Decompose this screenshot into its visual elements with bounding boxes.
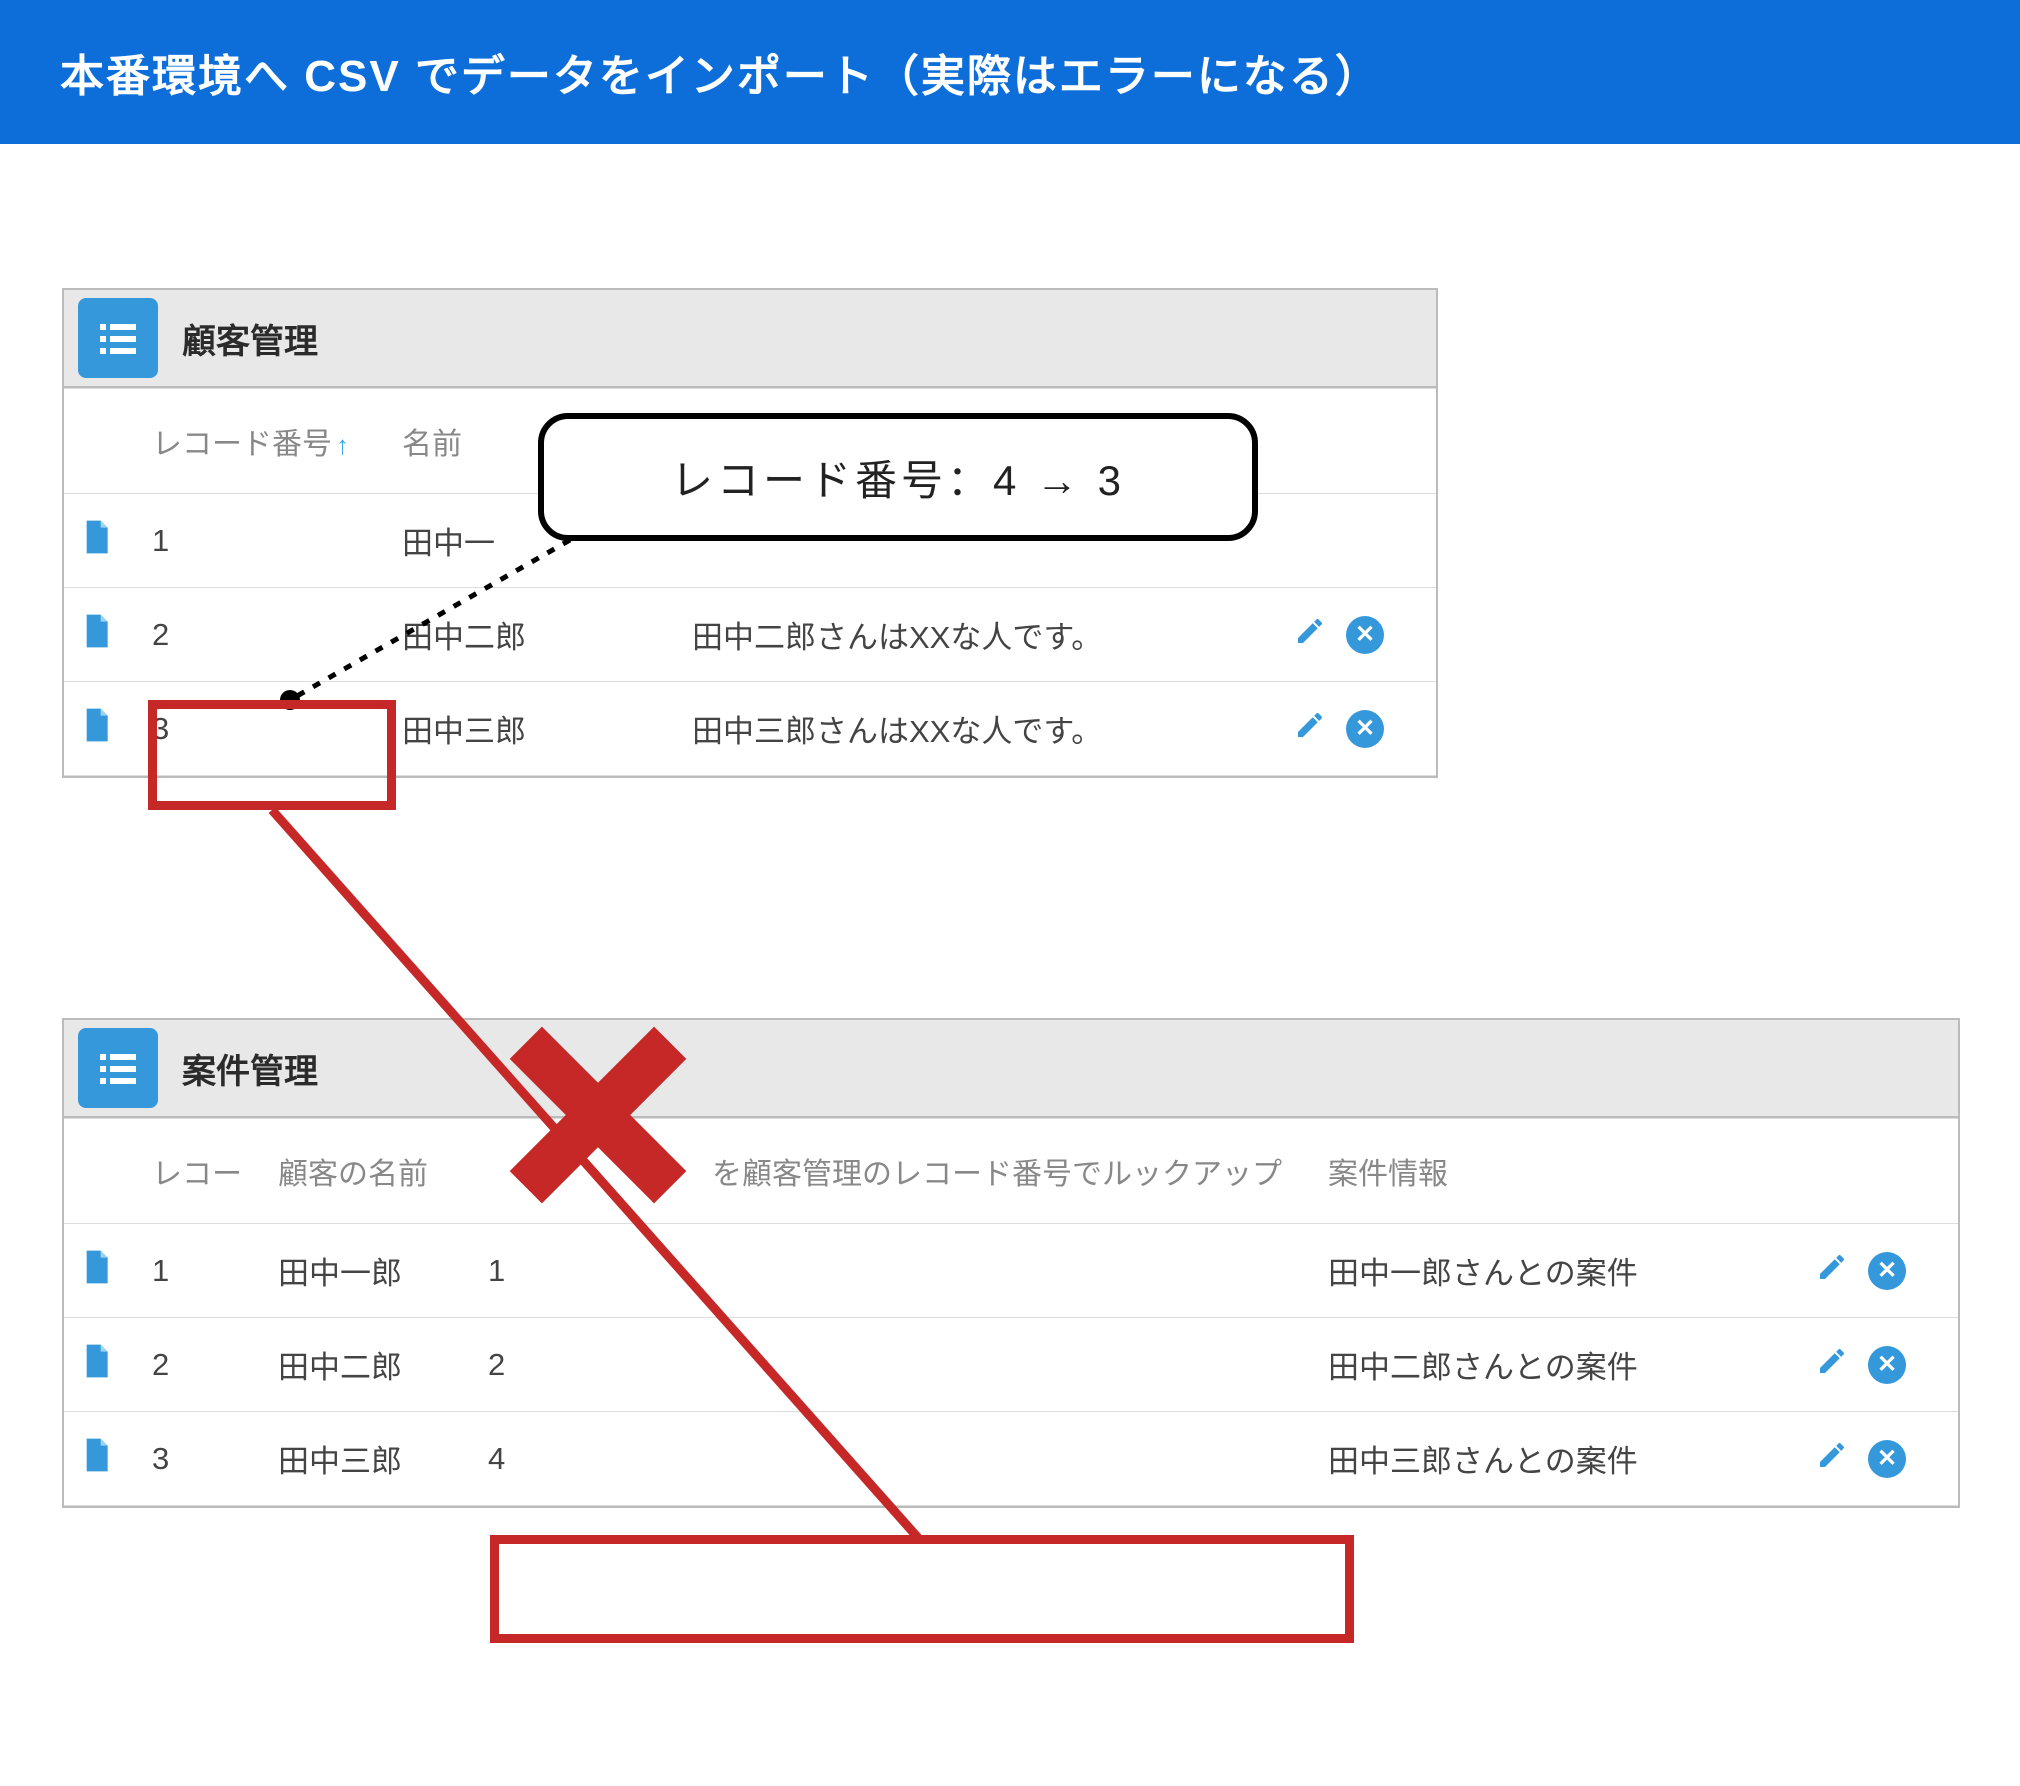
col-record-short-label: レコー	[152, 1158, 242, 1191]
col-record-no-label: レコード番号	[152, 428, 332, 461]
col-name-label: 名前	[402, 428, 462, 461]
edit-icon[interactable]	[1294, 615, 1326, 655]
sort-up-icon: ↑	[336, 430, 349, 460]
table-row[interactable]: 1 田中一郎 1 田中一郎さんとの案件 ✕	[64, 1224, 1958, 1318]
cell-lookup[interactable]: 2	[470, 1318, 1310, 1412]
delete-icon[interactable]: ✕	[1868, 1440, 1906, 1478]
col-actions	[1798, 1119, 1958, 1224]
cell-no: 2	[134, 588, 384, 682]
cell-lookup[interactable]: 1	[470, 1224, 1310, 1318]
table-row[interactable]: 3 田中三郎 田中三郎さんはXXな人です。 ✕	[64, 682, 1436, 776]
cell-no: 2	[134, 1318, 260, 1412]
delete-icon[interactable]: ✕	[1868, 1346, 1906, 1384]
record-icon	[82, 1350, 110, 1385]
col-case-info-label: 案件情報	[1328, 1158, 1448, 1191]
edit-icon[interactable]	[1816, 1439, 1848, 1479]
cell-case: 田中三郎さんとの案件	[1310, 1412, 1798, 1506]
cell-name: 田中三郎	[260, 1412, 470, 1506]
case-panel-header: 案件管理	[64, 1020, 1958, 1118]
cell-no: 1	[134, 494, 384, 588]
customer-panel-header: 顧客管理	[64, 290, 1436, 388]
cell-name: 田中二郎	[260, 1318, 470, 1412]
table-row[interactable]: 2 田中二郎 田中二郎さんはXXな人です。 ✕	[64, 588, 1436, 682]
delete-icon[interactable]: ✕	[1346, 710, 1384, 748]
cell-name: 田中一郎	[260, 1224, 470, 1318]
cell-no: 1	[134, 1224, 260, 1318]
case-panel: 案件管理 レコー 顧客の名前 を顧客管理のレコード番号でルックアップ 案件情報 …	[62, 1018, 1960, 1508]
delete-icon[interactable]: ✕	[1868, 1252, 1906, 1290]
cell-desc: 田中三郎さんはXXな人です。	[674, 682, 1276, 776]
case-table: レコー 顧客の名前 を顧客管理のレコード番号でルックアップ 案件情報 1 田中一…	[64, 1118, 1958, 1506]
col-icon	[64, 389, 134, 494]
col-customer-name[interactable]: 顧客の名前	[260, 1119, 470, 1224]
edit-icon[interactable]	[1816, 1345, 1848, 1385]
callout-annotation: レコード番号：4 → 3	[538, 413, 1258, 541]
table-row[interactable]: 3 田中三郎 4 田中三郎さんとの案件 ✕	[64, 1412, 1958, 1506]
case-panel-title: 案件管理	[182, 1044, 318, 1093]
delete-icon[interactable]: ✕	[1346, 616, 1384, 654]
callout-text: レコード番号：4 → 3	[671, 447, 1125, 508]
cell-desc: 田中二郎さんはXXな人です。	[674, 588, 1276, 682]
col-customer-name-label: 顧客の名前	[278, 1158, 428, 1191]
connector-lines	[0, 0, 2020, 1786]
cell-name: 田中二郎	[384, 588, 674, 682]
cell-case: 田中二郎さんとの案件	[1310, 1318, 1798, 1412]
cell-name: 田中三郎	[384, 682, 674, 776]
col-icon	[64, 1119, 134, 1224]
col-lookup-label: を顧客管理のレコード番号でルックアップ	[712, 1158, 1282, 1191]
col-record-no[interactable]: レコード番号↑	[134, 389, 384, 494]
page-title: 本番環境へ CSV でデータをインポート（実際はエラーになる）	[0, 0, 2020, 144]
record-icon	[82, 714, 110, 749]
col-record-short[interactable]: レコー	[134, 1119, 260, 1224]
cell-case: 田中一郎さんとの案件	[1310, 1224, 1798, 1318]
record-icon	[82, 620, 110, 655]
cell-no: 3	[134, 1412, 260, 1506]
cell-no: 3	[134, 682, 384, 776]
col-actions	[1276, 389, 1436, 494]
edit-icon[interactable]	[1294, 709, 1326, 749]
edit-icon[interactable]	[1816, 1251, 1848, 1291]
col-case-info[interactable]: 案件情報	[1310, 1119, 1798, 1224]
col-lookup[interactable]: を顧客管理のレコード番号でルックアップ	[470, 1119, 1310, 1224]
list-icon	[78, 298, 158, 378]
list-icon	[78, 1028, 158, 1108]
page-title-text: 本番環境へ CSV でデータをインポート（実際はエラーになる）	[60, 52, 1381, 101]
customer-panel-title: 顧客管理	[182, 314, 318, 363]
cell-lookup[interactable]: 4	[470, 1412, 1310, 1506]
record-icon	[82, 1444, 110, 1479]
highlight-lookup-4	[490, 1535, 1354, 1643]
table-row[interactable]: 2 田中二郎 2 田中二郎さんとの案件 ✕	[64, 1318, 1958, 1412]
record-icon	[82, 526, 110, 561]
record-icon	[82, 1256, 110, 1291]
